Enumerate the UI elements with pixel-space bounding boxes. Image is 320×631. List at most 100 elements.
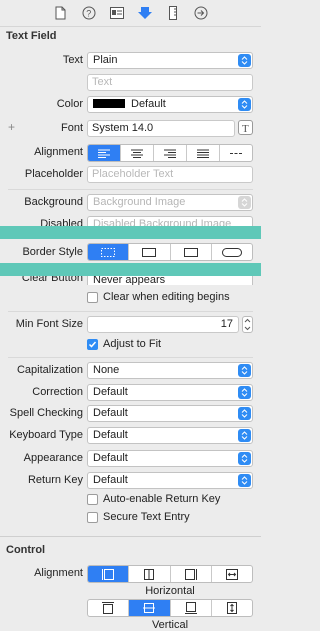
border-bezel-icon[interactable] [171,244,212,260]
min-font-input[interactable]: 17 [87,316,239,333]
text-type-value: Plain [93,54,118,66]
row-clear-button: Clear Button Never appears [0,276,261,285]
divider [8,357,253,358]
row-font: + Font System 14.0 T [0,119,261,139]
connections-icon[interactable] [193,5,209,21]
appearance-label: Appearance [23,452,83,464]
align-center-icon[interactable] [121,145,154,161]
valign-bottom-icon[interactable] [171,600,212,616]
keyboard-type-popup[interactable]: Default [87,427,253,444]
return-key-popup[interactable]: Default [87,472,253,489]
valign-fill-icon[interactable] [212,600,252,616]
halign-fill-icon[interactable] [212,566,252,582]
auto-enable-return-checkbox[interactable] [87,494,98,505]
spell-checking-value: Default [93,407,128,419]
row-control-vertical [0,598,261,618]
auto-enable-return-label: Auto-enable Return Key [103,493,221,505]
capitalization-label: Capitalization [16,364,83,376]
divider [8,189,253,190]
return-key-value: Default [93,474,128,486]
attributes-icon[interactable] [137,5,153,21]
popup-arrows-icon [238,452,251,465]
disabled-image-combo[interactable]: Disabled Background Image [87,216,253,226]
color-label: Color [56,98,83,110]
popup-arrows-icon [238,474,251,487]
valign-center-icon[interactable] [129,600,171,616]
popup-arrows-icon [238,54,251,67]
row-clear-editing: Clear when editing begins [0,289,261,309]
align-right-icon[interactable] [154,145,187,161]
text-type-popup[interactable]: Plain [87,52,253,69]
row-keyboard: Keyboard Type Default [0,426,261,446]
horizontal-alignment-segmented[interactable] [87,565,253,583]
clear-editing-label: Clear when editing begins [103,291,230,303]
highlight-band-bottom [0,263,261,276]
row-border-style: Border Style [0,241,261,263]
highlight-band-top [0,226,261,239]
valign-top-icon[interactable] [88,600,130,616]
border-style-label: Border Style [22,246,83,258]
border-none-icon[interactable] [88,244,130,260]
alignment-label: Alignment [34,146,83,158]
clear-editing-checkbox[interactable] [87,292,98,303]
clear-button-popup[interactable]: Never appears [87,276,253,285]
row-background: Background Background Image [0,193,261,213]
correction-label: Correction [32,386,83,398]
file-icon[interactable] [53,5,69,21]
clear-button-label: Clear Button [21,276,83,284]
secure-text-entry-checkbox[interactable] [87,512,98,523]
adjust-to-fit-checkbox[interactable] [87,339,98,350]
font-field[interactable]: System 14.0 [87,120,235,137]
divider [8,311,253,312]
vertical-caption: Vertical [151,619,189,631]
popup-arrows-icon [238,407,251,420]
size-icon[interactable] [165,5,181,21]
identity-icon[interactable] [109,5,125,21]
svg-text:T: T [242,123,249,134]
border-line-icon[interactable] [129,244,171,260]
appearance-popup[interactable]: Default [87,450,253,467]
capitalization-popup[interactable]: None [87,362,253,379]
text-alignment-segmented[interactable] [87,144,253,162]
halign-right-icon[interactable] [171,566,212,582]
correction-popup[interactable]: Default [87,384,253,401]
return-key-label: Return Key [27,474,83,486]
align-justify-icon[interactable] [187,145,220,161]
border-rounded-icon[interactable] [212,244,252,260]
row-capitalization: Capitalization None [0,361,261,381]
font-add-icon[interactable]: + [8,120,15,134]
color-popup[interactable]: Default [87,96,253,113]
horizontal-caption: Horizontal [145,585,195,597]
disabled-image-value: Disabled Background Image [93,218,232,226]
spell-checking-popup[interactable]: Default [87,405,253,422]
popup-arrows-icon [238,386,251,399]
text-label: Text [62,54,83,66]
vertical-alignment-segmented[interactable] [87,599,253,617]
row-color: Color Default [0,95,261,115]
background-label: Background [24,196,83,208]
halign-center-icon[interactable] [129,566,171,582]
popup-arrows-icon [238,196,251,209]
font-picker-icon[interactable]: T [238,120,253,135]
color-swatch [93,99,125,108]
disabled-label: Disabled [40,218,83,226]
correction-value: Default [93,386,128,398]
text-input[interactable]: Text [87,74,253,91]
adjust-to-fit-label: Adjust to Fit [103,338,162,350]
placeholder-input[interactable]: Placeholder Text [87,166,253,183]
align-natural-icon[interactable] [220,145,252,161]
border-style-segmented[interactable] [87,243,253,261]
row-spell: Spell Checking Default [0,404,261,424]
clear-button-value: Never appears [93,276,166,285]
font-label: Font [60,122,83,134]
help-icon[interactable]: ? [81,5,97,21]
background-image-combo[interactable]: Background Image [87,194,253,211]
align-left-icon[interactable] [88,145,121,161]
svg-text:?: ? [86,9,91,19]
halign-left-icon[interactable] [88,566,130,582]
min-font-label: Min Font Size [15,318,83,330]
section-divider [0,536,261,537]
row-control-alignment: Alignment [0,564,261,584]
min-font-stepper[interactable] [242,316,253,333]
popup-arrows-icon [238,98,251,111]
